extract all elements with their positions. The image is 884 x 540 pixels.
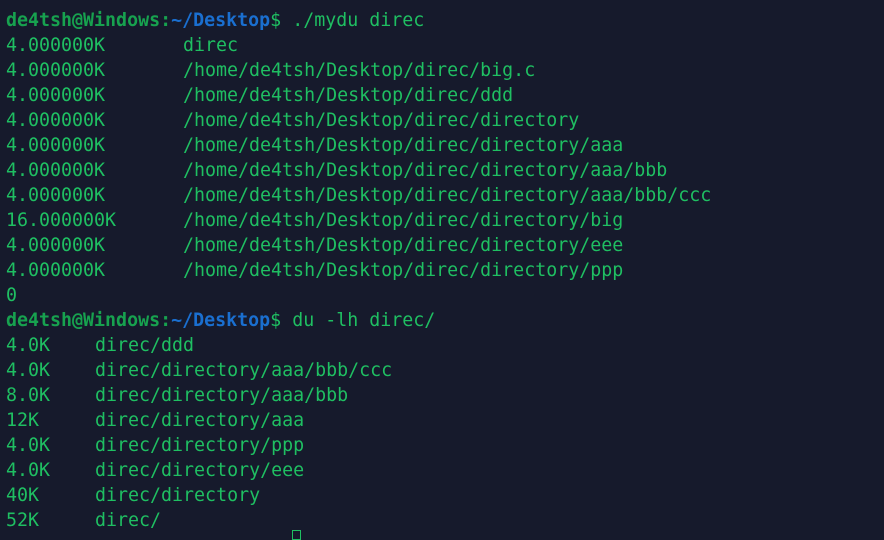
size-value: 4.000000K [6,85,106,106]
file-path: direc/directory/ppp [95,435,305,456]
output-row: 4.0K direc/ddd [6,333,435,358]
file-path: direc [183,35,239,56]
output-row: 4.000000K/home/de4tsh/Desktop/direc/dire… [6,158,667,183]
file-path: /home/de4tsh/Desktop/direc/directory/aaa… [183,160,668,181]
output-row: 4.000000K/home/de4tsh/Desktop/direc/dire… [6,133,623,158]
size-value: 16.000000K [6,210,117,231]
prompt-colon: : [160,310,172,331]
prompt-colon: : [160,10,172,31]
prompt-symbol: $ [270,310,282,331]
output-row: 4.0K direc/directory/aaa/bbb/ccc [6,358,435,383]
output-row: 4.0K direc/directory/ppp [6,433,435,458]
size-value: 4.000000K [6,185,106,206]
prompt-line: de4tsh@Windows:~/Desktop$ ./mydu direc [6,8,435,33]
size-value: 52K [6,510,40,531]
size-value: 4.000000K [6,110,106,131]
command-text: du -lh direc/ [281,310,436,331]
output-row: 4.000000K/home/de4tsh/Desktop/direc/dire… [6,108,579,133]
size-value: 4.000000K [6,35,106,56]
file-path: direc/directory/eee [95,460,305,481]
command-text: ./mydu direc [281,10,425,31]
file-path: direc/directory/aaa/bbb/ccc [95,360,393,381]
output-row: 16.000000K/home/de4tsh/Desktop/direc/dir… [6,208,623,233]
file-path: direc/ [95,510,162,531]
size-value: 4.0K [6,360,51,381]
size-value: 4.000000K [6,260,106,281]
output-row: 4.000000K/home/de4tsh/Desktop/direc/dire… [6,258,623,283]
file-path: /home/de4tsh/Desktop/direc/big.c [183,60,536,81]
file-path: direc/directory/aaa [95,410,305,431]
output-row: 4.000000K/home/de4tsh/Desktop/direc/dire… [6,183,711,208]
prompt-user: de4tsh@Windows [6,310,161,331]
size-value: 40K [6,485,40,506]
prompt-symbol: $ [270,10,282,31]
output-row: 40K direc/directory [6,483,435,508]
size-value: 4.0K [6,460,51,481]
return-value: 0 [6,285,18,306]
size-value: 4.0K [6,335,51,356]
size-value: 8.0K [6,385,51,406]
size-value: 4.000000K [6,160,106,181]
output-row: 4.000000K/home/de4tsh/Desktop/direc/big.… [6,58,535,83]
file-path: /home/de4tsh/Desktop/direc/ddd [183,85,514,106]
output-row: 12K direc/directory/aaa [6,408,435,433]
output-row: 4.000000K direc [6,33,435,58]
size-value: 4.0K [6,435,51,456]
output-row: 4.0K direc/directory/eee [6,458,435,483]
prompt-path: ~/Desktop [171,310,271,331]
file-path: /home/de4tsh/Desktop/direc/directory/aaa [183,135,624,156]
size-value: 12K [6,410,40,431]
file-path: /home/de4tsh/Desktop/direc/directory/eee [183,235,624,256]
terminal-output[interactable]: de4tsh@Windows:~/Desktop$ ./mydu direc 4… [6,8,711,533]
file-path: /home/de4tsh/Desktop/direc/directory/ppp [183,260,624,281]
prompt-path: ~/Desktop [171,10,271,31]
output-row: 8.0K direc/directory/aaa/bbb [6,383,435,408]
size-value: 4.000000K [6,235,106,256]
file-path: direc/ddd [95,335,195,356]
text-cursor [292,530,301,540]
file-path: direc/directory [95,485,261,506]
size-value: 4.000000K [6,135,106,156]
output-row: 4.000000K/home/de4tsh/Desktop/direc/ddd [6,83,513,108]
file-path: direc/directory/aaa/bbb [95,385,349,406]
file-path: /home/de4tsh/Desktop/direc/directory [183,110,580,131]
prompt-line: de4tsh@Windows:~/Desktop$ du -lh direc/ [6,308,435,333]
file-path: /home/de4tsh/Desktop/direc/directory/big [183,210,624,231]
size-value: 4.000000K [6,60,106,81]
file-path: /home/de4tsh/Desktop/direc/directory/aaa… [183,185,712,206]
prompt-user: de4tsh@Windows [6,10,161,31]
output-row: 4.000000K/home/de4tsh/Desktop/direc/dire… [6,233,623,258]
output-row: 52K direc/ [6,508,435,533]
